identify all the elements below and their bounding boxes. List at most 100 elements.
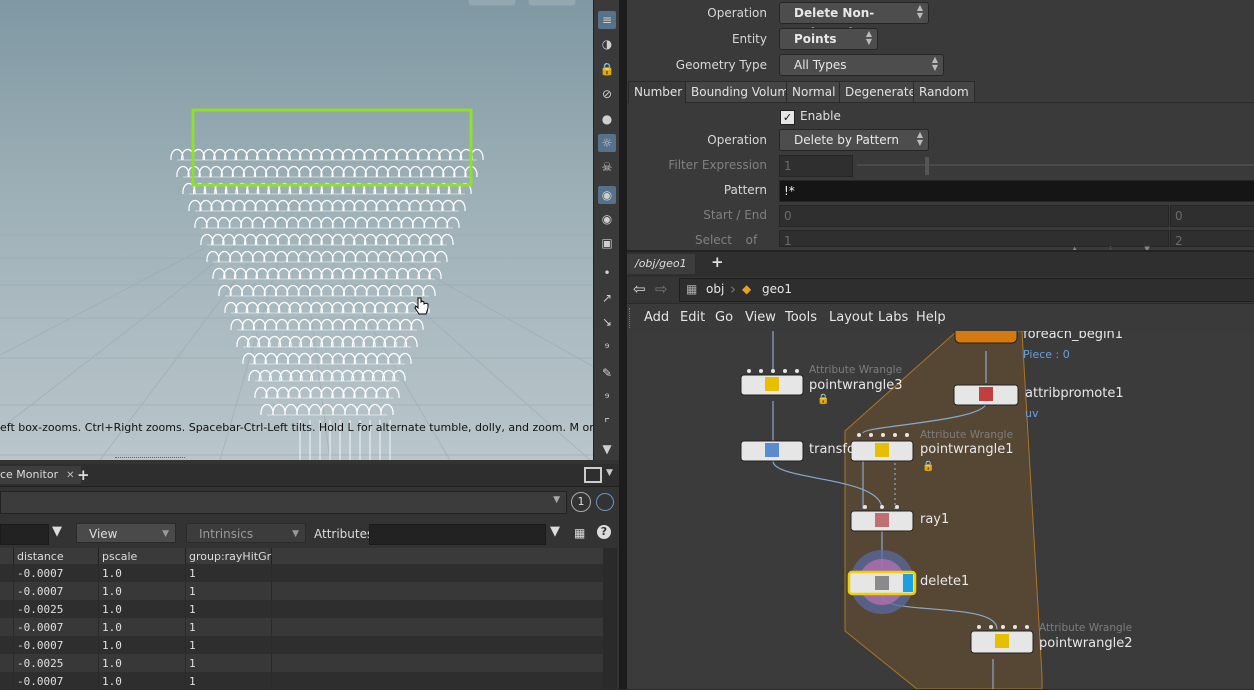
mesh-loop	[376, 352, 390, 365]
forward-arrow-icon[interactable]: ⇨	[655, 280, 668, 298]
table-row[interactable]: -0.0007 1.0 1	[0, 582, 609, 600]
node-delete1[interactable]: delete1	[920, 574, 969, 589]
menu-view[interactable]: View	[745, 310, 776, 325]
menu-edit[interactable]: Edit	[680, 310, 705, 325]
mesh-loop	[265, 199, 279, 212]
chevron-down-icon[interactable]: ▼	[553, 495, 560, 505]
table-row[interactable]: -0.0007 1.0 1	[0, 672, 609, 690]
pattern-field[interactable]: !*	[779, 180, 1254, 202]
column-header[interactable]: distance	[13, 548, 99, 564]
normal-icon[interactable]: ↗	[598, 289, 616, 307]
shading-sphere-icon[interactable]: ●	[598, 110, 616, 128]
add-tab-icon[interactable]: +	[711, 253, 724, 271]
row-index-cell	[0, 672, 14, 690]
filter-expression-field[interactable]: 1	[779, 155, 853, 177]
brush-icon[interactable]: ✎	[598, 364, 616, 382]
mesh-loop	[276, 165, 290, 178]
menu-go[interactable]: Go	[715, 310, 733, 325]
view-dropdown[interactable]: View ▼	[76, 523, 176, 543]
filter-slider-handle[interactable]	[925, 157, 929, 175]
node-ray1[interactable]: ray1	[920, 512, 949, 527]
tab-bounding-volume[interactable]: Bounding Volume	[685, 81, 803, 103]
vector-icon[interactable]: ↘	[598, 313, 616, 331]
link-icon[interactable]	[596, 493, 614, 511]
attribute-filter-icon[interactable]: ▼	[550, 524, 560, 539]
ghost-icon[interactable]: ◑	[598, 35, 616, 53]
operation-menu[interactable]: Delete Non-Selected▲▼	[779, 2, 929, 40]
breadcrumb-geo[interactable]: geo1	[762, 282, 792, 296]
eye-icon[interactable]: ◉	[598, 210, 616, 228]
camera-icon[interactable]: ◉	[598, 186, 616, 204]
filter-slider-track[interactable]	[857, 164, 1254, 166]
mesh-loop	[364, 165, 378, 178]
mesh-loop	[418, 233, 432, 246]
table-row[interactable]: -0.0007 1.0 1	[0, 564, 609, 582]
tab-degenerate[interactable]: Degenerate	[839, 81, 922, 103]
table-row[interactable]: -0.0025 1.0 1	[0, 654, 609, 672]
filter-field[interactable]	[0, 524, 49, 545]
menu-labs[interactable]: Labs	[878, 310, 908, 325]
back-arrow-icon[interactable]: ⇦	[633, 280, 646, 298]
enable-checkbox[interactable]: ✓	[780, 110, 795, 125]
column-header[interactable]: group:rayHitGr	[185, 548, 273, 564]
menu-layout[interactable]: Layout	[829, 310, 873, 325]
attributes-filter-field[interactable]	[369, 524, 546, 545]
prim-numbers-icon[interactable]: ⁹	[598, 389, 616, 407]
pane-splitter[interactable]	[619, 0, 627, 689]
corner-icon[interactable]: ⌜	[598, 414, 616, 432]
operation2-menu[interactable]: Delete by Pattern ▲ ▼	[779, 129, 929, 151]
point-numbers-icon[interactable]: ⁹	[598, 339, 616, 357]
table-row[interactable]: -0.0007 1.0 1	[0, 636, 609, 654]
select-b-field[interactable]: 2	[1170, 230, 1254, 247]
node-pointwrangle1[interactable]: pointwrangle1	[920, 442, 1013, 457]
skull-icon[interactable]: ☠	[598, 158, 616, 176]
mesh-loop	[375, 199, 389, 212]
render-icon[interactable]: ▣	[598, 234, 616, 252]
geometry-type-menu[interactable]: All Types ▲ ▼	[779, 54, 944, 76]
column-header[interactable]: pscale	[98, 548, 186, 564]
pin-number-button[interactable]: 1	[571, 492, 591, 512]
lock-icon[interactable]: 🔒	[598, 60, 616, 78]
table-row[interactable]: -0.0025 1.0 1	[0, 600, 609, 618]
viewport-top-button[interactable]	[468, 0, 516, 6]
menu-help[interactable]: Help	[916, 310, 946, 325]
intrinsics-dropdown[interactable]: Intrinsics ▼	[186, 523, 306, 543]
node-foreach-begin[interactable]: foreach_begin1	[1023, 331, 1123, 342]
start-field[interactable]: 0	[779, 205, 1169, 227]
add-tab-icon[interactable]: +	[77, 466, 90, 484]
point-icon[interactable]: •	[598, 264, 616, 282]
table-row[interactable]: -0.0007 1.0 1	[0, 618, 609, 636]
tab-network-path[interactable]: /obj/geo1	[627, 254, 695, 274]
maximize-icon[interactable]	[584, 467, 602, 483]
mesh-loop	[229, 284, 243, 297]
node-pointwrangle3[interactable]: pointwrangle3	[809, 378, 902, 393]
table-scrollbar[interactable]	[603, 548, 617, 689]
viewport-top-button[interactable]	[528, 0, 576, 6]
node-attribpromote1[interactable]: attribpromote1	[1025, 386, 1124, 401]
node-path-field[interactable]: ▼	[0, 491, 567, 514]
network-editor[interactable]: 🔒 🔒 foreach_begin1 Piece : 0 Attribute W…	[627, 331, 1254, 689]
network-menu-bar: Add Edit Go View Tools Layout Labs Help	[627, 304, 1254, 332]
scene-viewport[interactable]: eft box-zooms. Ctrl+Right zooms. Spaceba…	[0, 0, 593, 460]
breadcrumb-obj[interactable]: obj	[706, 282, 724, 296]
pane-menu-icon[interactable]: ▼	[606, 468, 613, 478]
entity-menu[interactable]: Points ▲ ▼	[779, 28, 878, 50]
close-icon[interactable]: ✕	[66, 470, 74, 481]
help-icon[interactable]: ?	[597, 525, 611, 539]
node-transform[interactable]: transfo	[809, 442, 855, 457]
filter-icon[interactable]: ▼	[52, 524, 62, 539]
tab-normal[interactable]: Normal	[786, 81, 842, 103]
light-icon[interactable]: ☼	[598, 134, 616, 152]
menu-add[interactable]: Add	[644, 310, 669, 325]
end-field[interactable]: 0	[1170, 205, 1254, 227]
display-options-icon[interactable]: ≡	[598, 11, 616, 29]
menu-tools[interactable]: Tools	[785, 310, 817, 325]
scroll-down-icon[interactable]: ▼	[598, 440, 616, 458]
node-pointwrangle2[interactable]: pointwrangle2	[1039, 636, 1132, 651]
tab-random[interactable]: Random	[913, 81, 975, 103]
tab-performance-monitor[interactable]: ce Monitor ✕	[0, 466, 81, 484]
tab-number[interactable]: Number	[628, 81, 689, 103]
options-icon[interactable]: ▦	[574, 526, 585, 540]
viewport-toolbar: ≡ ◑ 🔒 ⊘ ● ☼ ☠ ◉ ◉ ▣ • ↗ ↘ ⁹ ✎ ⁹ ⌜ ▼	[593, 0, 620, 460]
no-entry-icon[interactable]: ⊘	[598, 85, 616, 103]
